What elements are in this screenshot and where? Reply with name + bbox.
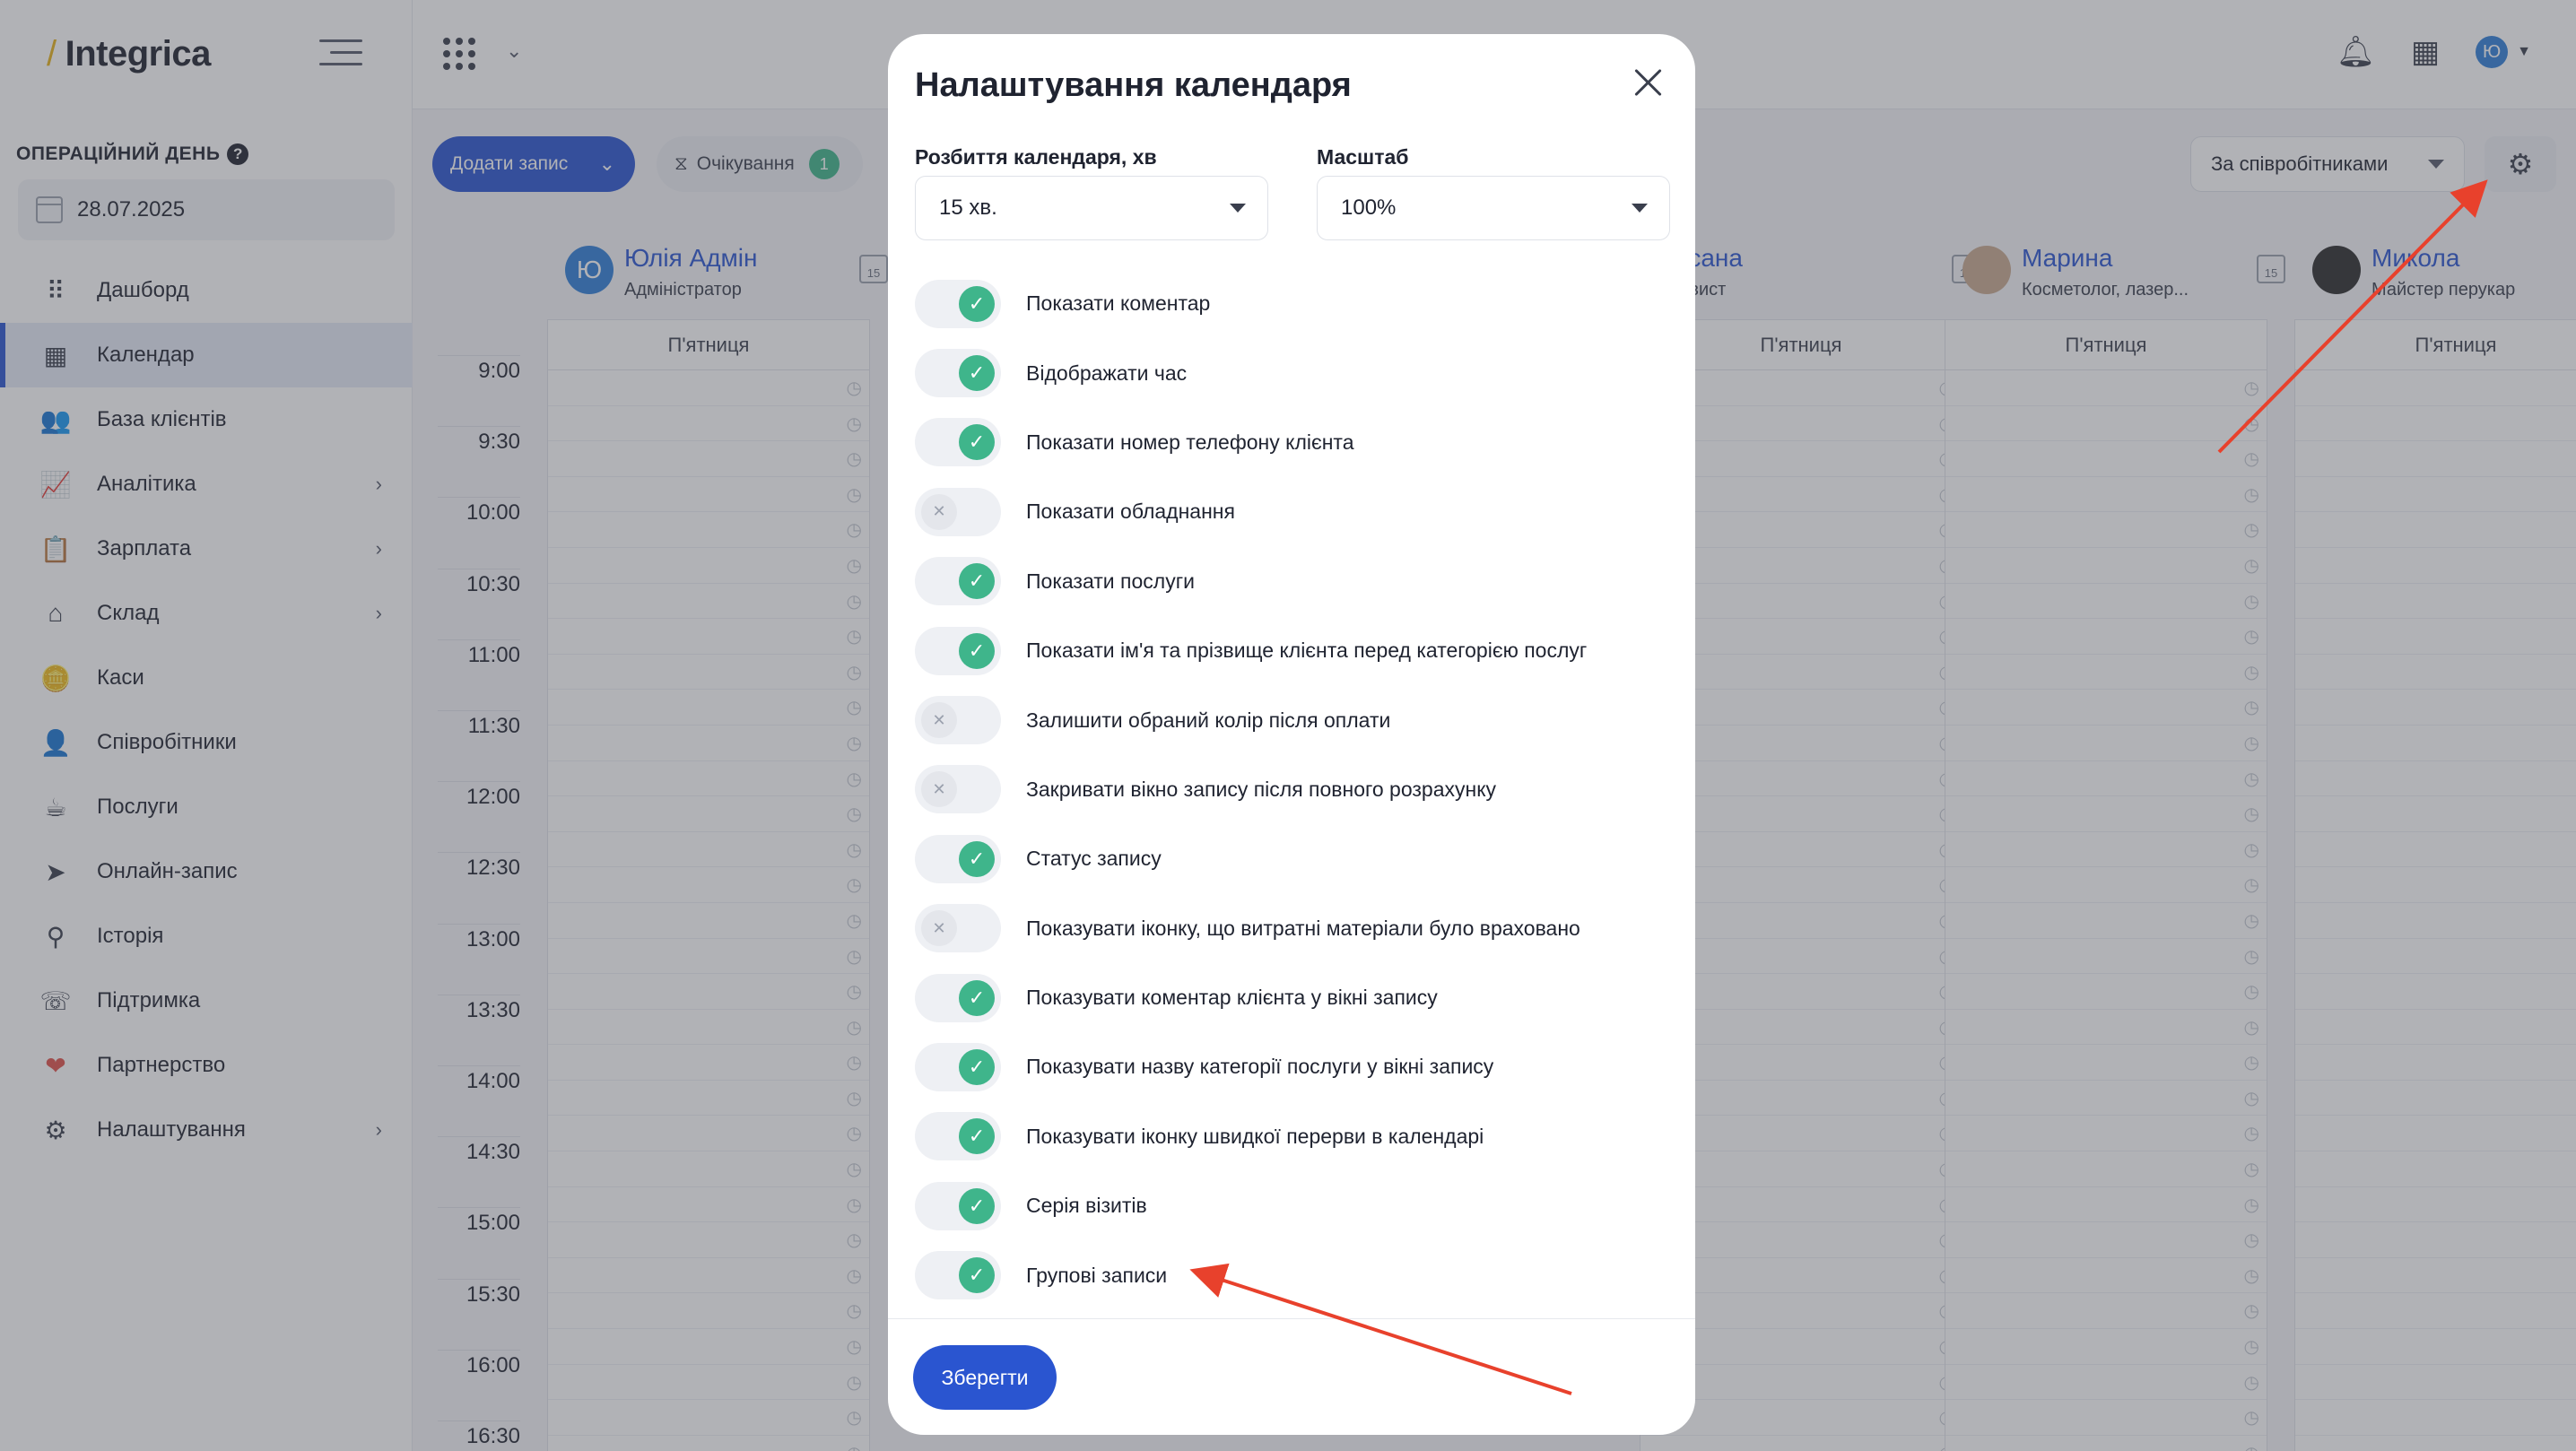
check-icon: ✓: [959, 632, 995, 669]
setting-label: Відображати час: [1026, 361, 1188, 385]
close-icon[interactable]: [1627, 61, 1670, 104]
cross-icon: ✕: [921, 910, 957, 947]
setting-label: Залишити обраний колір після оплати: [1026, 708, 1391, 732]
toggle-switch[interactable]: ✓: [915, 557, 1001, 606]
check-icon: ✓: [959, 1187, 995, 1224]
check-icon: ✓: [959, 355, 995, 392]
setting-row: ✓ Відображати час: [915, 338, 1668, 407]
setting-label: Статус запису: [1026, 847, 1162, 871]
scale-select[interactable]: 100%: [1317, 176, 1670, 240]
setting-label: Показати послуги: [1026, 569, 1195, 593]
cross-icon: ✕: [921, 493, 957, 530]
cross-icon: ✕: [921, 702, 957, 739]
cross-icon: ✕: [921, 771, 957, 808]
check-icon: ✓: [959, 1118, 995, 1155]
toggle-switch[interactable]: ✕: [915, 696, 1001, 745]
setting-row: ✕ Закривати вікно запису після повного ро…: [915, 755, 1668, 824]
setting-row: ✓ Показати номер телефону клієнта: [915, 408, 1668, 477]
setting-label: Показати ім'я та прізвище клієнта перед …: [1026, 639, 1588, 663]
scale-label: Масштаб: [1317, 145, 1409, 169]
toggle-switch[interactable]: ✓: [915, 626, 1001, 675]
check-icon: ✓: [959, 1257, 995, 1294]
caret-down-icon: [1632, 204, 1648, 213]
calendar-settings-dialog: Налаштування календаря Розбиття календар…: [888, 34, 1695, 1435]
toggle-switch[interactable]: ✓: [915, 1042, 1001, 1091]
setting-row: ✓ Показати коментар: [915, 269, 1668, 338]
setting-row: ✓ Статус запису: [915, 824, 1668, 893]
setting-label: Показувати іконку швидкої перерви в кале…: [1026, 1124, 1484, 1148]
setting-row: ✓ Показати послуги: [915, 547, 1668, 616]
setting-label: Показати номер телефону клієнта: [1026, 430, 1354, 454]
toggle-switch[interactable]: ✓: [915, 1251, 1001, 1300]
check-icon: ✓: [959, 1048, 995, 1085]
toggle-switch[interactable]: ✓: [915, 1181, 1001, 1230]
check-icon: ✓: [959, 285, 995, 322]
check-icon: ✓: [959, 840, 995, 877]
setting-row: ✓ Показати ім'я та прізвище клієнта перед…: [915, 616, 1668, 685]
setting-label: Показувати назву категорії послуги у вік…: [1026, 1055, 1494, 1079]
toggle-switch[interactable]: ✓: [915, 1112, 1001, 1161]
toggle-switch[interactable]: ✓: [915, 279, 1001, 328]
caret-down-icon: [1230, 204, 1246, 213]
setting-label: Серія візитів: [1026, 1194, 1147, 1218]
check-icon: ✓: [959, 563, 995, 600]
toggle-switch[interactable]: ✓: [915, 834, 1001, 883]
setting-row: ✓ Показувати коментар клієнта у вікні зап…: [915, 963, 1668, 1032]
setting-label: Групові записи: [1026, 1263, 1168, 1287]
check-icon: ✓: [959, 979, 995, 1016]
toggle-switch[interactable]: ✕: [915, 904, 1001, 953]
setting-label: Показувати іконку, що витратні матеріали…: [1026, 916, 1580, 940]
toggle-switch[interactable]: ✕: [915, 487, 1001, 536]
setting-row: ✓ Серія візитів: [915, 1171, 1668, 1240]
toggle-switch[interactable]: ✓: [915, 349, 1001, 398]
setting-label: Показати коментар: [1026, 291, 1211, 316]
settings-toggle-list: ✓ Показати коментар ✓ Відображати час ✓ Показ…: [915, 269, 1668, 1310]
toggle-switch[interactable]: ✕: [915, 765, 1001, 814]
setting-row: ✓ Групові записи: [915, 1240, 1668, 1309]
save-button[interactable]: Зберегти: [913, 1345, 1057, 1410]
split-label: Розбиття календаря, хв: [915, 145, 1157, 169]
setting-row: ✕ Залишити обраний колір після оплати: [915, 685, 1668, 754]
toggle-switch[interactable]: ✓: [915, 418, 1001, 467]
toggle-switch[interactable]: ✓: [915, 973, 1001, 1022]
setting-row: ✓ Показувати іконку швидкої перерви в кал…: [915, 1102, 1668, 1171]
divider: [888, 1318, 1695, 1319]
setting-row: ✕ Показувати іконку, що витратні матеріал…: [915, 894, 1668, 963]
setting-label: Показати обладнання: [1026, 500, 1235, 524]
setting-label: Закривати вікно запису після повного роз…: [1026, 777, 1497, 801]
setting-row: ✓ Показувати назву категорії послуги у ві…: [915, 1032, 1668, 1101]
setting-label: Показувати коментар клієнта у вікні запи…: [1026, 986, 1438, 1010]
split-select[interactable]: 15 хв.: [915, 176, 1268, 240]
setting-row: ✕ Показати обладнання: [915, 477, 1668, 546]
check-icon: ✓: [959, 424, 995, 461]
dialog-title: Налаштування календаря: [915, 66, 1352, 104]
